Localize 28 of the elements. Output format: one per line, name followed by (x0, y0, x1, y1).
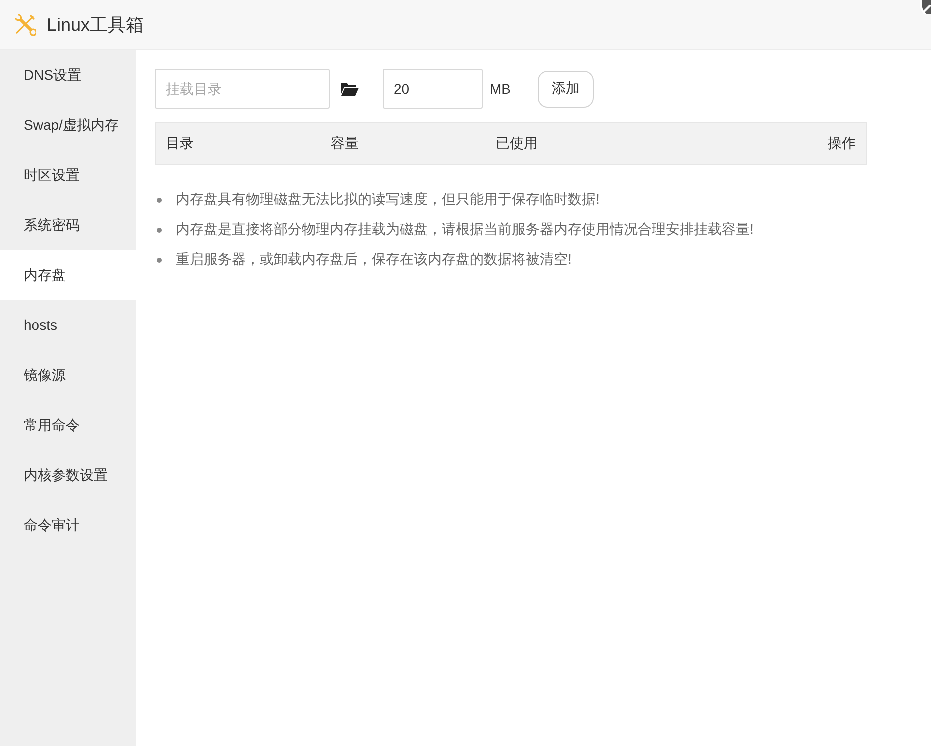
folder-icon[interactable] (341, 82, 359, 96)
sidebar-item[interactable]: hosts (0, 300, 136, 350)
sidebar-item[interactable]: 系统密码 (0, 200, 136, 250)
bullet-icon (157, 198, 162, 202)
sidebar-item[interactable]: 内核参数设置 (0, 450, 136, 500)
sidebar-item[interactable]: 命令审计 (0, 500, 136, 550)
note-text: 重启服务器，或卸载内存盘后，保存在该内存盘的数据将被清空! (176, 251, 572, 269)
sidebar-item[interactable]: 镜像源 (0, 350, 136, 400)
sidebar-item[interactable]: Swap/虚拟内存 (0, 100, 136, 150)
column-header: 容量 (331, 134, 359, 152)
sidebar-item[interactable]: 内存盘 (0, 250, 136, 300)
size-input-field[interactable]: 20 (383, 69, 483, 109)
note-text: 内存盘是直接将部分物理内存挂载为磁盘，请根据当前服务器内存使用情况合理安排挂载容量! (176, 221, 754, 239)
sidebar-item[interactable]: 时区设置 (0, 150, 136, 200)
note-text: 内存盘具有物理磁盘无法比拟的读写速度，但只能用于保存临时数据! (176, 191, 600, 209)
window-title: Linux工具箱 (47, 14, 144, 36)
column-header: 目录 (166, 134, 194, 152)
directory-input-field[interactable]: 挂载目录 (155, 69, 330, 109)
bullet-icon (157, 258, 162, 262)
bullet-icon (157, 228, 162, 232)
column-header: 已使用 (496, 134, 538, 152)
close-icon[interactable] (918, 0, 931, 14)
sidebar-item[interactable]: DNS设置 (0, 50, 136, 100)
sidebar-item[interactable]: 常用命令 (0, 400, 136, 450)
unit-label: MB (490, 81, 511, 97)
add-button[interactable]: 添加 (538, 70, 594, 108)
column-header: 操作 (828, 134, 856, 152)
wrench-screwdriver-icon (14, 14, 36, 36)
